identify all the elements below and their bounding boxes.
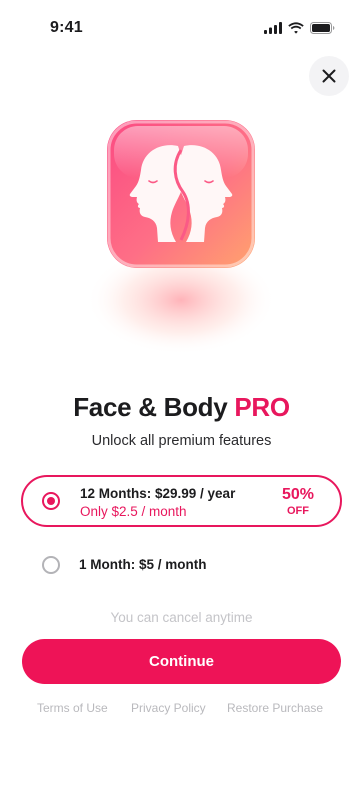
- status-bar: 9:41: [0, 0, 363, 54]
- discount-percent: 50%: [281, 486, 315, 503]
- wifi-icon: [288, 22, 304, 34]
- terms-link[interactable]: Terms of Use: [37, 701, 108, 715]
- status-time: 9:41: [50, 19, 83, 36]
- plan-yearly-monthly: Only $2.5 / month: [80, 504, 187, 519]
- title-main: Face & Body: [73, 392, 228, 422]
- plan-yearly[interactable]: 12 Months: $29.99 / year Only $2.5 / mon…: [21, 475, 342, 527]
- discount-badge: 50% OFF: [276, 486, 320, 518]
- battery-icon: [310, 22, 335, 34]
- status-icons: [264, 22, 335, 34]
- app-icon: [86, 120, 276, 355]
- radio-unselected[interactable]: [42, 556, 60, 574]
- cancel-note: You can cancel anytime: [110, 610, 253, 625]
- radio-selected[interactable]: [42, 492, 60, 510]
- continue-button[interactable]: Continue: [22, 639, 341, 684]
- page-title: Face & Body PRO: [0, 392, 363, 423]
- plan-monthly-price: 1 Month: $5 / month: [79, 557, 207, 572]
- plan-yearly-price: 12 Months: $29.99 / year: [80, 486, 236, 501]
- title-accent: PRO: [234, 392, 290, 422]
- discount-off: OFF: [287, 505, 309, 517]
- plan-monthly[interactable]: 1 Month: $5 / month: [21, 539, 342, 591]
- signal-icon: [264, 22, 282, 34]
- subtitle: Unlock all premium features: [91, 433, 272, 449]
- privacy-link[interactable]: Privacy Policy: [131, 701, 206, 715]
- restore-link[interactable]: Restore Purchase: [227, 701, 323, 715]
- close-button[interactable]: [309, 56, 349, 96]
- close-icon: [322, 69, 336, 83]
